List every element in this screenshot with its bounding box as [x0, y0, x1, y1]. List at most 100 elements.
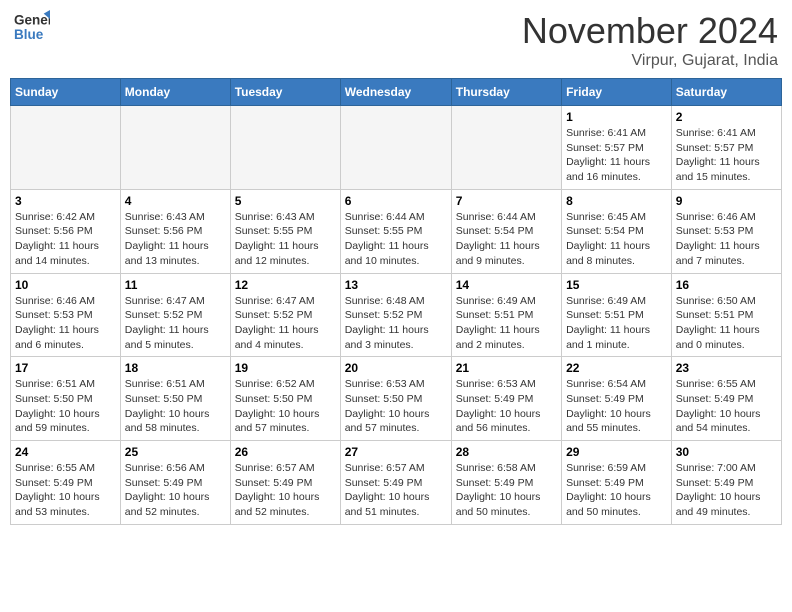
day-info: Sunrise: 6:47 AM Sunset: 5:52 PM Dayligh…: [125, 294, 226, 353]
calendar-cell: 18 Sunrise: 6:51 AM Sunset: 5:50 PM Dayli…: [120, 357, 230, 441]
calendar-cell: 2 Sunrise: 6:41 AM Sunset: 5:57 PM Daylig…: [671, 106, 781, 190]
calendar-cell: 20 Sunrise: 6:53 AM Sunset: 5:50 PM Dayli…: [340, 357, 451, 441]
day-number: 9: [676, 194, 777, 208]
day-number: 25: [125, 445, 226, 459]
day-info: Sunrise: 6:53 AM Sunset: 5:50 PM Dayligh…: [345, 377, 447, 436]
day-number: 12: [235, 278, 336, 292]
day-info: Sunrise: 6:57 AM Sunset: 5:49 PM Dayligh…: [345, 461, 447, 520]
day-info: Sunrise: 7:00 AM Sunset: 5:49 PM Dayligh…: [676, 461, 777, 520]
day-number: 5: [235, 194, 336, 208]
day-number: 22: [566, 361, 667, 375]
title-block: November 2024 Virpur, Gujarat, India: [522, 10, 778, 70]
calendar-cell: 22 Sunrise: 6:54 AM Sunset: 5:49 PM Dayli…: [562, 357, 672, 441]
day-of-week-header: Friday: [562, 79, 672, 106]
calendar-cell: [230, 106, 340, 190]
day-info: Sunrise: 6:50 AM Sunset: 5:51 PM Dayligh…: [676, 294, 777, 353]
calendar-week-row: 3 Sunrise: 6:42 AM Sunset: 5:56 PM Daylig…: [11, 189, 782, 273]
day-info: Sunrise: 6:49 AM Sunset: 5:51 PM Dayligh…: [566, 294, 667, 353]
day-number: 3: [15, 194, 116, 208]
calendar-cell: 6 Sunrise: 6:44 AM Sunset: 5:55 PM Daylig…: [340, 189, 451, 273]
calendar-cell: 27 Sunrise: 6:57 AM Sunset: 5:49 PM Dayli…: [340, 441, 451, 525]
calendar-week-row: 17 Sunrise: 6:51 AM Sunset: 5:50 PM Dayli…: [11, 357, 782, 441]
calendar-table: SundayMondayTuesdayWednesdayThursdayFrid…: [10, 78, 782, 525]
day-number: 7: [456, 194, 557, 208]
day-number: 29: [566, 445, 667, 459]
day-info: Sunrise: 6:42 AM Sunset: 5:56 PM Dayligh…: [15, 210, 116, 269]
day-number: 4: [125, 194, 226, 208]
day-number: 2: [676, 110, 777, 124]
month-title: November 2024: [522, 10, 778, 52]
day-number: 28: [456, 445, 557, 459]
day-number: 30: [676, 445, 777, 459]
logo: General Blue: [14, 10, 54, 46]
day-of-week-header: Sunday: [11, 79, 121, 106]
calendar-cell: 8 Sunrise: 6:45 AM Sunset: 5:54 PM Daylig…: [562, 189, 672, 273]
day-info: Sunrise: 6:55 AM Sunset: 5:49 PM Dayligh…: [676, 377, 777, 436]
day-info: Sunrise: 6:44 AM Sunset: 5:54 PM Dayligh…: [456, 210, 557, 269]
day-info: Sunrise: 6:51 AM Sunset: 5:50 PM Dayligh…: [125, 377, 226, 436]
day-number: 26: [235, 445, 336, 459]
calendar-cell: 30 Sunrise: 7:00 AM Sunset: 5:49 PM Dayli…: [671, 441, 781, 525]
day-number: 6: [345, 194, 447, 208]
calendar-week-row: 1 Sunrise: 6:41 AM Sunset: 5:57 PM Daylig…: [11, 106, 782, 190]
calendar-cell: 29 Sunrise: 6:59 AM Sunset: 5:49 PM Dayli…: [562, 441, 672, 525]
day-info: Sunrise: 6:49 AM Sunset: 5:51 PM Dayligh…: [456, 294, 557, 353]
calendar-cell: [11, 106, 121, 190]
calendar-cell: 4Sunrise: 6:43 AM Sunset: 5:56 PM Daylig…: [120, 189, 230, 273]
calendar-cell: 24 Sunrise: 6:55 AM Sunset: 5:49 PM Dayli…: [11, 441, 121, 525]
calendar-cell: 23Sunrise: 6:55 AM Sunset: 5:49 PM Dayli…: [671, 357, 781, 441]
day-info: Sunrise: 6:41 AM Sunset: 5:57 PM Dayligh…: [676, 126, 777, 185]
day-info: Sunrise: 6:41 AM Sunset: 5:57 PM Dayligh…: [566, 126, 667, 185]
day-number: 21: [456, 361, 557, 375]
day-info: Sunrise: 6:47 AM Sunset: 5:52 PM Dayligh…: [235, 294, 336, 353]
day-number: 15: [566, 278, 667, 292]
day-number: 17: [15, 361, 116, 375]
day-info: Sunrise: 6:44 AM Sunset: 5:55 PM Dayligh…: [345, 210, 447, 269]
calendar-cell: 11 Sunrise: 6:47 AM Sunset: 5:52 PM Dayli…: [120, 273, 230, 357]
day-info: Sunrise: 6:46 AM Sunset: 5:53 PM Dayligh…: [676, 210, 777, 269]
svg-text:Blue: Blue: [14, 27, 44, 42]
calendar-week-row: 24 Sunrise: 6:55 AM Sunset: 5:49 PM Dayli…: [11, 441, 782, 525]
logo-icon: General Blue: [14, 10, 50, 46]
calendar-cell: 15 Sunrise: 6:49 AM Sunset: 5:51 PM Dayli…: [562, 273, 672, 357]
calendar-cell: 28 Sunrise: 6:58 AM Sunset: 5:49 PM Dayli…: [451, 441, 561, 525]
calendar-cell: [340, 106, 451, 190]
calendar-cell: 26Sunrise: 6:57 AM Sunset: 5:49 PM Dayli…: [230, 441, 340, 525]
day-number: 14: [456, 278, 557, 292]
calendar-cell: 21 Sunrise: 6:53 AM Sunset: 5:49 PM Dayli…: [451, 357, 561, 441]
day-info: Sunrise: 6:55 AM Sunset: 5:49 PM Dayligh…: [15, 461, 116, 520]
calendar-cell: [120, 106, 230, 190]
calendar-cell: 19 Sunrise: 6:52 AM Sunset: 5:50 PM Dayli…: [230, 357, 340, 441]
calendar-cell: 17Sunrise: 6:51 AM Sunset: 5:50 PM Dayli…: [11, 357, 121, 441]
day-info: Sunrise: 6:52 AM Sunset: 5:50 PM Dayligh…: [235, 377, 336, 436]
day-number: 18: [125, 361, 226, 375]
day-number: 8: [566, 194, 667, 208]
day-info: Sunrise: 6:59 AM Sunset: 5:49 PM Dayligh…: [566, 461, 667, 520]
calendar-cell: 7 Sunrise: 6:44 AM Sunset: 5:54 PM Daylig…: [451, 189, 561, 273]
day-number: 24: [15, 445, 116, 459]
day-number: 10: [15, 278, 116, 292]
day-info: Sunrise: 6:45 AM Sunset: 5:54 PM Dayligh…: [566, 210, 667, 269]
day-of-week-header: Saturday: [671, 79, 781, 106]
day-info: Sunrise: 6:54 AM Sunset: 5:49 PM Dayligh…: [566, 377, 667, 436]
day-info: Sunrise: 6:53 AM Sunset: 5:49 PM Dayligh…: [456, 377, 557, 436]
calendar-cell: 14 Sunrise: 6:49 AM Sunset: 5:51 PM Dayli…: [451, 273, 561, 357]
day-number: 27: [345, 445, 447, 459]
calendar-cell: 10Sunrise: 6:46 AM Sunset: 5:53 PM Dayli…: [11, 273, 121, 357]
day-number: 1: [566, 110, 667, 124]
svg-text:General: General: [14, 12, 50, 27]
calendar-cell: 25Sunrise: 6:56 AM Sunset: 5:49 PM Dayli…: [120, 441, 230, 525]
day-number: 20: [345, 361, 447, 375]
page-header: General Blue November 2024 Virpur, Gujar…: [10, 10, 782, 70]
day-number: 13: [345, 278, 447, 292]
calendar-cell: 1 Sunrise: 6:41 AM Sunset: 5:57 PM Daylig…: [562, 106, 672, 190]
location: Virpur, Gujarat, India: [522, 52, 778, 70]
day-info: Sunrise: 6:48 AM Sunset: 5:52 PM Dayligh…: [345, 294, 447, 353]
day-number: 19: [235, 361, 336, 375]
day-of-week-header: Monday: [120, 79, 230, 106]
calendar-cell: 16Sunrise: 6:50 AM Sunset: 5:51 PM Dayli…: [671, 273, 781, 357]
calendar-cell: 13 Sunrise: 6:48 AM Sunset: 5:52 PM Dayli…: [340, 273, 451, 357]
day-of-week-header: Tuesday: [230, 79, 340, 106]
day-info: Sunrise: 6:58 AM Sunset: 5:49 PM Dayligh…: [456, 461, 557, 520]
day-number: 11: [125, 278, 226, 292]
